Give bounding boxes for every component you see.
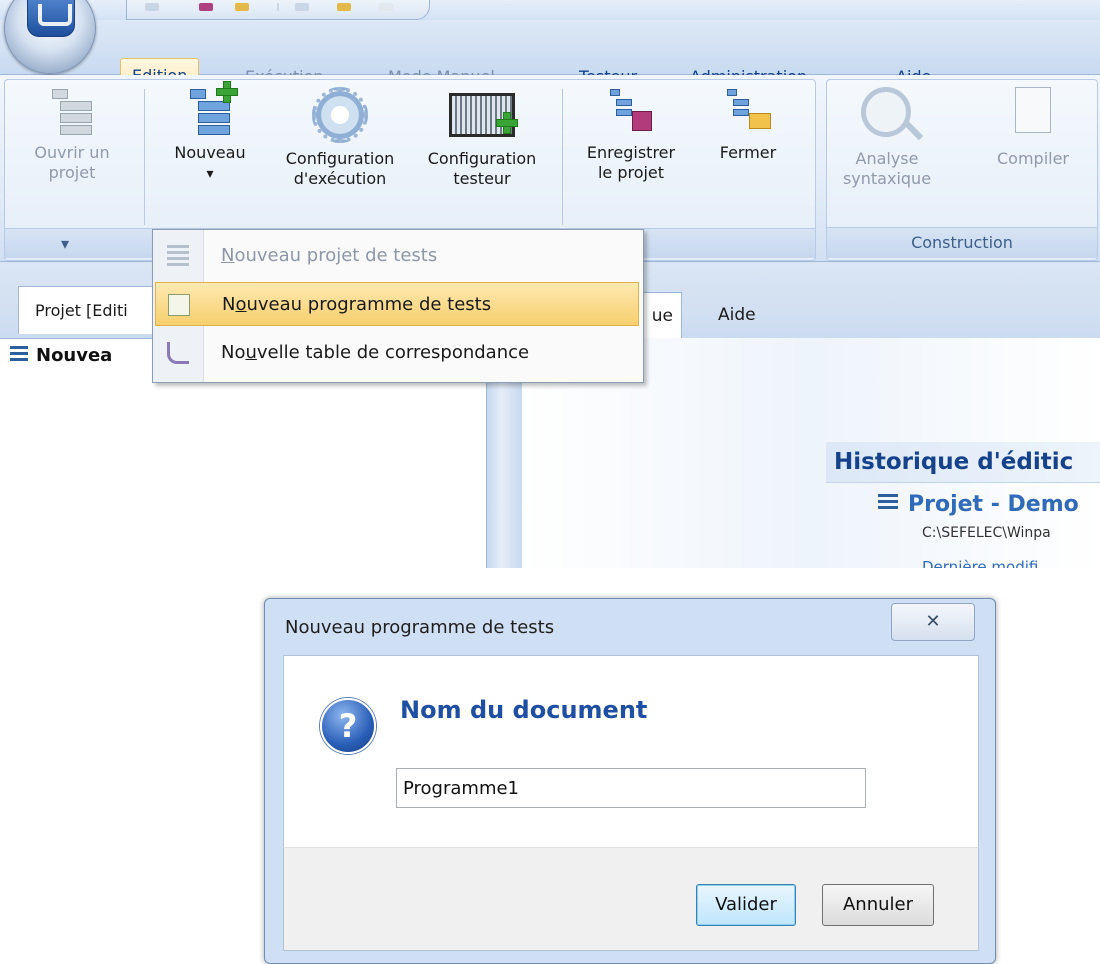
plus-icon (496, 112, 518, 134)
tree-root-label: Nouvea (36, 345, 113, 366)
qat-tree-icon[interactable] (145, 3, 159, 11)
save-project-label-1: Enregistrer (586, 143, 676, 162)
tree-icon (50, 87, 94, 137)
menu-item-new-test-project[interactable]: Nouveau projet de tests (155, 234, 639, 278)
new-dropdown-arrow: ▾ (206, 166, 214, 182)
ribbon-tab-bar: Edition Exécution Mode Manuel Testeur Ad… (0, 20, 1100, 93)
menu-item-label: Nouveau programme de tests (222, 283, 491, 327)
magnifier-icon (859, 87, 915, 143)
open-project-button[interactable]: Ouvrir un projet (20, 87, 124, 183)
tree-icon (878, 494, 898, 512)
history-title: Historique d'éditic (826, 442, 1100, 483)
dialog-footer: Valider Annuler (283, 847, 979, 951)
compile-label: Compiler (996, 149, 1069, 168)
tree-icon (10, 346, 28, 362)
qat-undo-icon[interactable] (295, 3, 309, 11)
tester-config-button[interactable]: Configuration testeur (414, 87, 550, 189)
menu-item-prefix: N (222, 294, 236, 315)
floppy-icon (632, 111, 652, 131)
recent-project-modified: Dernière modifi (922, 558, 1039, 568)
compile-button[interactable]: Compiler (978, 87, 1088, 169)
menu-item-label: Nouveau projet de tests (221, 234, 437, 278)
plus-icon (216, 81, 238, 103)
dialog-title: Nouveau programme de tests (285, 617, 555, 638)
collapse-arrow-icon: ▾ (61, 234, 70, 253)
menu-item-label: Nouvelle table de correspondance (221, 331, 529, 375)
close-icon: ✕ (925, 611, 941, 632)
question-icon: ? (320, 698, 376, 754)
dialog-body: ? Nom du document (283, 655, 979, 849)
quick-access-toolbar (126, 0, 430, 20)
save-tree-icon (608, 87, 654, 137)
new-label: Nouveau (174, 143, 246, 162)
program-doc-icon (168, 294, 190, 316)
close-tree-icon (725, 87, 771, 137)
tree-icon (167, 245, 189, 267)
new-program-dialog: Nouveau programme de tests ✕ ? Nom du do… (264, 598, 996, 964)
document-name-input[interactable] (396, 768, 866, 808)
qat-separator (277, 3, 279, 11)
folder-icon (749, 113, 771, 129)
mapping-icon (167, 342, 189, 364)
compile-doc-icon (1005, 87, 1061, 143)
validate-button[interactable]: Valider (696, 884, 796, 926)
app-logo-icon (27, 0, 75, 37)
qat-doc-icon[interactable] (379, 3, 393, 11)
ribbon-separator (144, 89, 145, 225)
analyse-label-2: syntaxique (842, 169, 932, 188)
close-label: Fermer (719, 143, 777, 162)
analyse-label-1: Analyse (855, 149, 919, 168)
app-window: Edition Exécution Mode Manuel Testeur Ad… (0, 0, 1100, 568)
open-project-label-1: Ouvrir un (34, 143, 110, 162)
cancel-button[interactable]: Annuler (822, 884, 934, 926)
dialog-heading: Nom du document (400, 696, 648, 724)
qat-folder-icon[interactable] (235, 3, 249, 11)
menu-item-mnemonic: u (245, 342, 257, 363)
new-tree-icon (188, 81, 238, 137)
exec-config-button[interactable]: Configuration d'exécution (274, 87, 406, 189)
dialog-close-button[interactable]: ✕ (891, 603, 975, 641)
exec-config-label-1: Configuration (285, 149, 395, 168)
save-project-label-2: le projet (597, 163, 665, 182)
project-tree-root[interactable]: Nouvea (10, 342, 112, 370)
qat-save-icon[interactable] (199, 3, 213, 11)
menu-item-rest: velle table de correspondance (256, 342, 530, 363)
menu-item-mnemonic: o (235, 294, 247, 315)
recent-project-path: C:\SEFELEC\Winpa (922, 525, 1051, 541)
new-button[interactable]: Nouveau ▾ (156, 81, 264, 184)
tab-help[interactable]: Aide (700, 292, 774, 338)
tester-config-label-1: Configuration (427, 149, 537, 168)
construction-group-label: Construction (827, 227, 1097, 258)
tester-config-label-2: testeur (453, 169, 511, 188)
save-project-button[interactable]: Enregistrer le projet (570, 87, 692, 183)
exec-config-label-2: d'exécution (293, 169, 387, 188)
syntax-analysis-button[interactable]: Analyse syntaxique (832, 87, 942, 189)
tester-board-icon (449, 93, 518, 137)
menu-item-prefix: No (221, 342, 246, 363)
open-project-label-2: projet (48, 163, 96, 182)
qat-open-icon[interactable] (337, 3, 351, 11)
recent-project-link[interactable]: Projet - Demo (878, 492, 1079, 517)
menu-item-rest: uveau programme de tests (246, 294, 492, 315)
menu-item-rest: ouveau projet de tests (234, 245, 438, 266)
gear-icon (312, 87, 368, 143)
recent-project-label: Projet - Demo (908, 492, 1079, 517)
close-project-button[interactable]: Fermer (700, 87, 796, 163)
menu-item-mnemonic: N (221, 245, 235, 266)
menu-item-new-test-program[interactable]: Nouveau programme de tests (155, 282, 639, 326)
new-dropdown-menu: Nouveau projet de tests Nouveau programm… (152, 229, 644, 383)
ribbon-separator (562, 89, 563, 225)
menu-item-new-mapping-table[interactable]: Nouvelle table de correspondance (155, 331, 639, 375)
